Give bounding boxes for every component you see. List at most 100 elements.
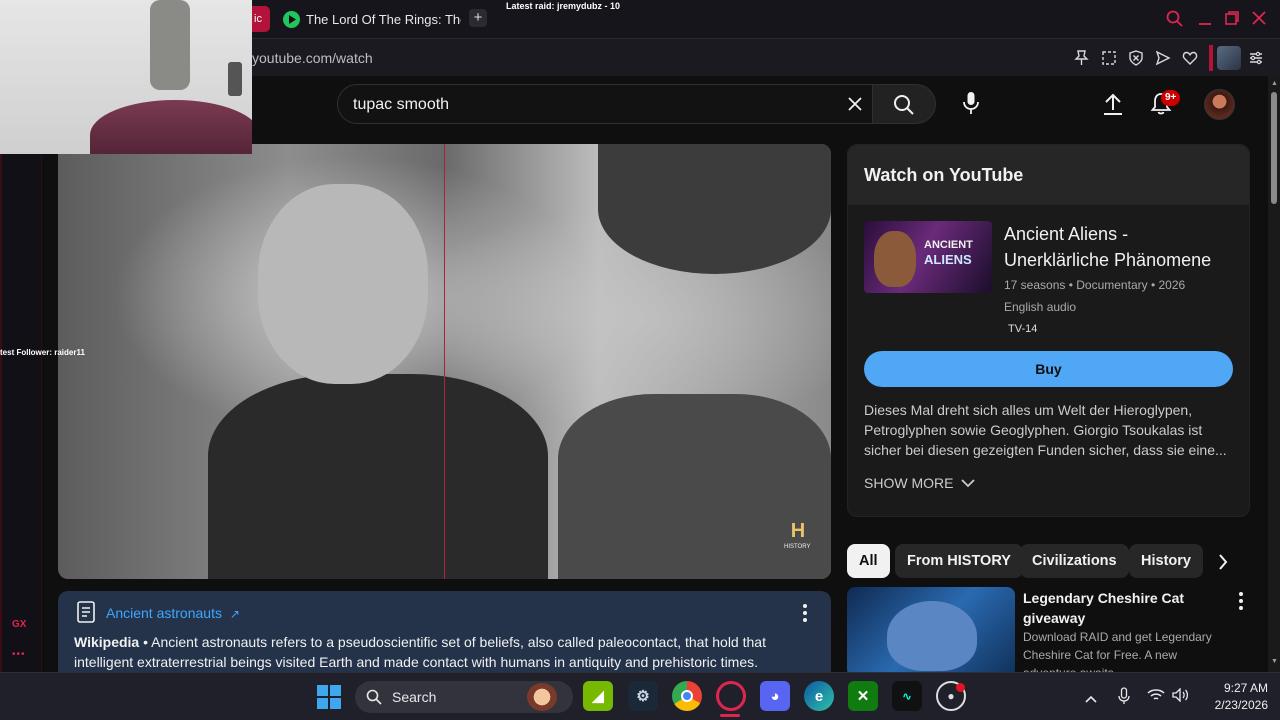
sidebar-accent <box>0 76 2 672</box>
browser-search-icon[interactable] <box>1166 10 1183 32</box>
show-hidden-icons-chevron[interactable] <box>1085 690 1097 708</box>
windows-taskbar: Search ◢ ⚙ ◕ e ✕ ∿ ● 9:27 AM 2/23/2026 <box>0 672 1280 720</box>
rec-thumbnail-creature <box>887 601 977 671</box>
webcam-door-handle <box>228 62 242 96</box>
minimize-icon[interactable] <box>1197 10 1213 31</box>
snapshot-icon[interactable] <box>1101 50 1117 71</box>
heart-icon[interactable] <box>1182 50 1198 71</box>
show-meta: 17 seasons • Documentary • 2026 <box>1004 278 1186 292</box>
show-more-label: SHOW MORE <box>864 475 954 491</box>
show-thumbnail[interactable]: ANCIENT ALIENS <box>864 221 992 293</box>
steam-icon[interactable]: ⚙ <box>628 681 658 711</box>
thumbnail-title-1: ANCIENT <box>924 239 973 251</box>
history-logo-icon: H <box>790 520 806 542</box>
rec-description: Download RAID and get Legendary Cheshire… <box>1023 630 1212 672</box>
rec-thumbnail[interactable] <box>847 587 1015 672</box>
info-card-more-icon[interactable] <box>802 603 808 628</box>
opera-active-indicator <box>720 714 740 717</box>
topic-link[interactable]: Ancient astronauts ↗ <box>106 605 240 621</box>
video-player[interactable]: H HISTORY <box>58 144 831 579</box>
external-link-icon: ↗ <box>229 607 240 621</box>
nvidia-icon[interactable]: ◢ <box>583 681 613 711</box>
url-field[interactable]: youtube.com/watch <box>252 50 373 66</box>
stream-overlay-latest-raid: Latest raid: jremydubz - 10 <box>506 1 621 11</box>
gx-logo[interactable]: GX <box>12 619 26 630</box>
windows-start-icon[interactable] <box>317 685 341 714</box>
rec-more-icon[interactable] <box>1238 591 1244 616</box>
xbox-icon[interactable]: ✕ <box>848 681 878 711</box>
easy-setup-icon[interactable] <box>1248 50 1264 71</box>
sidebar-more-icon[interactable]: ••• <box>12 649 26 660</box>
search-box[interactable]: tupac smooth <box>337 84 873 124</box>
rating-badge: TV-14 <box>1008 323 1038 335</box>
clock-time[interactable]: 9:27 AM <box>1200 681 1268 695</box>
scroll-up-arrow[interactable]: ▲ <box>1271 80 1278 87</box>
chip-all[interactable]: All <box>847 544 890 578</box>
show-more-button[interactable]: SHOW MORE <box>864 475 976 491</box>
restore-window-icon[interactable] <box>1224 10 1240 31</box>
chip-from-history[interactable]: From HISTORY <box>895 544 1023 578</box>
chip-history[interactable]: History <box>1129 544 1203 578</box>
tab-favicon-play-icon <box>283 10 300 28</box>
taskbar-search[interactable]: Search <box>355 681 573 713</box>
upload-icon[interactable] <box>1102 92 1124 121</box>
new-tab-button[interactable]: + <box>469 9 487 27</box>
panel-heading: Watch on YouTube <box>864 165 1024 185</box>
tab-lord-of-the-rings[interactable]: The Lord Of The Rings: The <box>278 6 462 32</box>
rec-title[interactable]: Legendary Cheshire Cat giveaway <box>1023 588 1213 628</box>
notification-count-badge: 9+ <box>1161 90 1181 106</box>
taskbar-search-icon <box>366 689 382 710</box>
search-button[interactable] <box>872 84 936 124</box>
pin-icon[interactable] <box>1074 50 1089 71</box>
send-icon[interactable] <box>1155 50 1171 71</box>
search-input[interactable]: tupac smooth <box>353 96 449 114</box>
clock-date[interactable]: 2/23/2026 <box>1196 698 1268 712</box>
browser-sidebar: GX ••• <box>0 76 42 672</box>
video-figure-suit <box>208 374 548 579</box>
webcam-coat <box>150 0 190 90</box>
edge-icon[interactable]: e <box>804 681 834 711</box>
ad-block-icon[interactable] <box>1128 50 1144 71</box>
watch-on-youtube-panel: Watch on YouTube ANCIENT ALIENS Ancient … <box>847 144 1250 517</box>
thumbnail-title-2: ALIENS <box>924 252 972 267</box>
youtube-page: tupac smooth 9+ H HISTORY Ancient astron… <box>42 76 1268 672</box>
divider <box>1209 45 1213 71</box>
history-watermark: HISTORY <box>784 544 811 550</box>
wifi-icon[interactable] <box>1147 688 1165 707</box>
audio-info: English audio <box>1004 300 1077 314</box>
app-waveform-icon[interactable]: ∿ <box>892 681 922 711</box>
previous-tab-label: ic <box>254 13 262 25</box>
scroll-down-arrow[interactable]: ▼ <box>1271 658 1278 665</box>
previous-tab[interactable]: ic <box>252 6 270 32</box>
thumbnail-face <box>874 231 916 287</box>
discord-icon[interactable]: ◕ <box>760 681 790 711</box>
stream-overlay-latest-follower: test Follower: raider11 <box>0 348 85 357</box>
recording-dot <box>956 683 965 692</box>
page-scrollbar[interactable]: ▲ ▼ <box>1268 76 1280 672</box>
video-figure-cap <box>598 144 831 274</box>
volume-icon[interactable] <box>1172 687 1190 707</box>
scrollbar-thumb[interactable] <box>1271 92 1277 204</box>
buy-button[interactable]: Buy <box>864 351 1233 387</box>
chrome-icon[interactable] <box>672 681 702 711</box>
microphone-icon[interactable] <box>1118 687 1130 710</box>
webcam-blanket <box>90 100 252 154</box>
topic-link-label: Ancient astronauts <box>106 605 222 621</box>
video-figure-uniform <box>558 394 831 579</box>
info-card-source: Wikipedia <box>74 634 140 650</box>
chevron-down-icon <box>961 475 976 491</box>
info-card-text: Wikipedia • Ancient astronauts refers to… <box>74 632 794 672</box>
profile-avatar[interactable] <box>1217 46 1241 70</box>
search-icon <box>893 94 915 121</box>
chip-civilizations[interactable]: Civilizations <box>1020 544 1129 578</box>
show-description: Dieses Mal dreht sich alles um Welt der … <box>864 402 1227 458</box>
opera-gx-icon[interactable] <box>716 681 746 711</box>
account-avatar[interactable] <box>1204 89 1235 120</box>
article-icon <box>76 601 96 628</box>
clear-search-icon[interactable] <box>847 96 863 117</box>
chips-next-chevron-icon[interactable] <box>1218 554 1228 575</box>
show-title[interactable]: Ancient Aliens - Unerklärliche Phänomene <box>1004 221 1234 273</box>
tab-title: The Lord Of The Rings: The <box>306 11 461 27</box>
close-window-icon[interactable] <box>1251 10 1267 31</box>
voice-search-icon[interactable] <box>962 91 980 120</box>
